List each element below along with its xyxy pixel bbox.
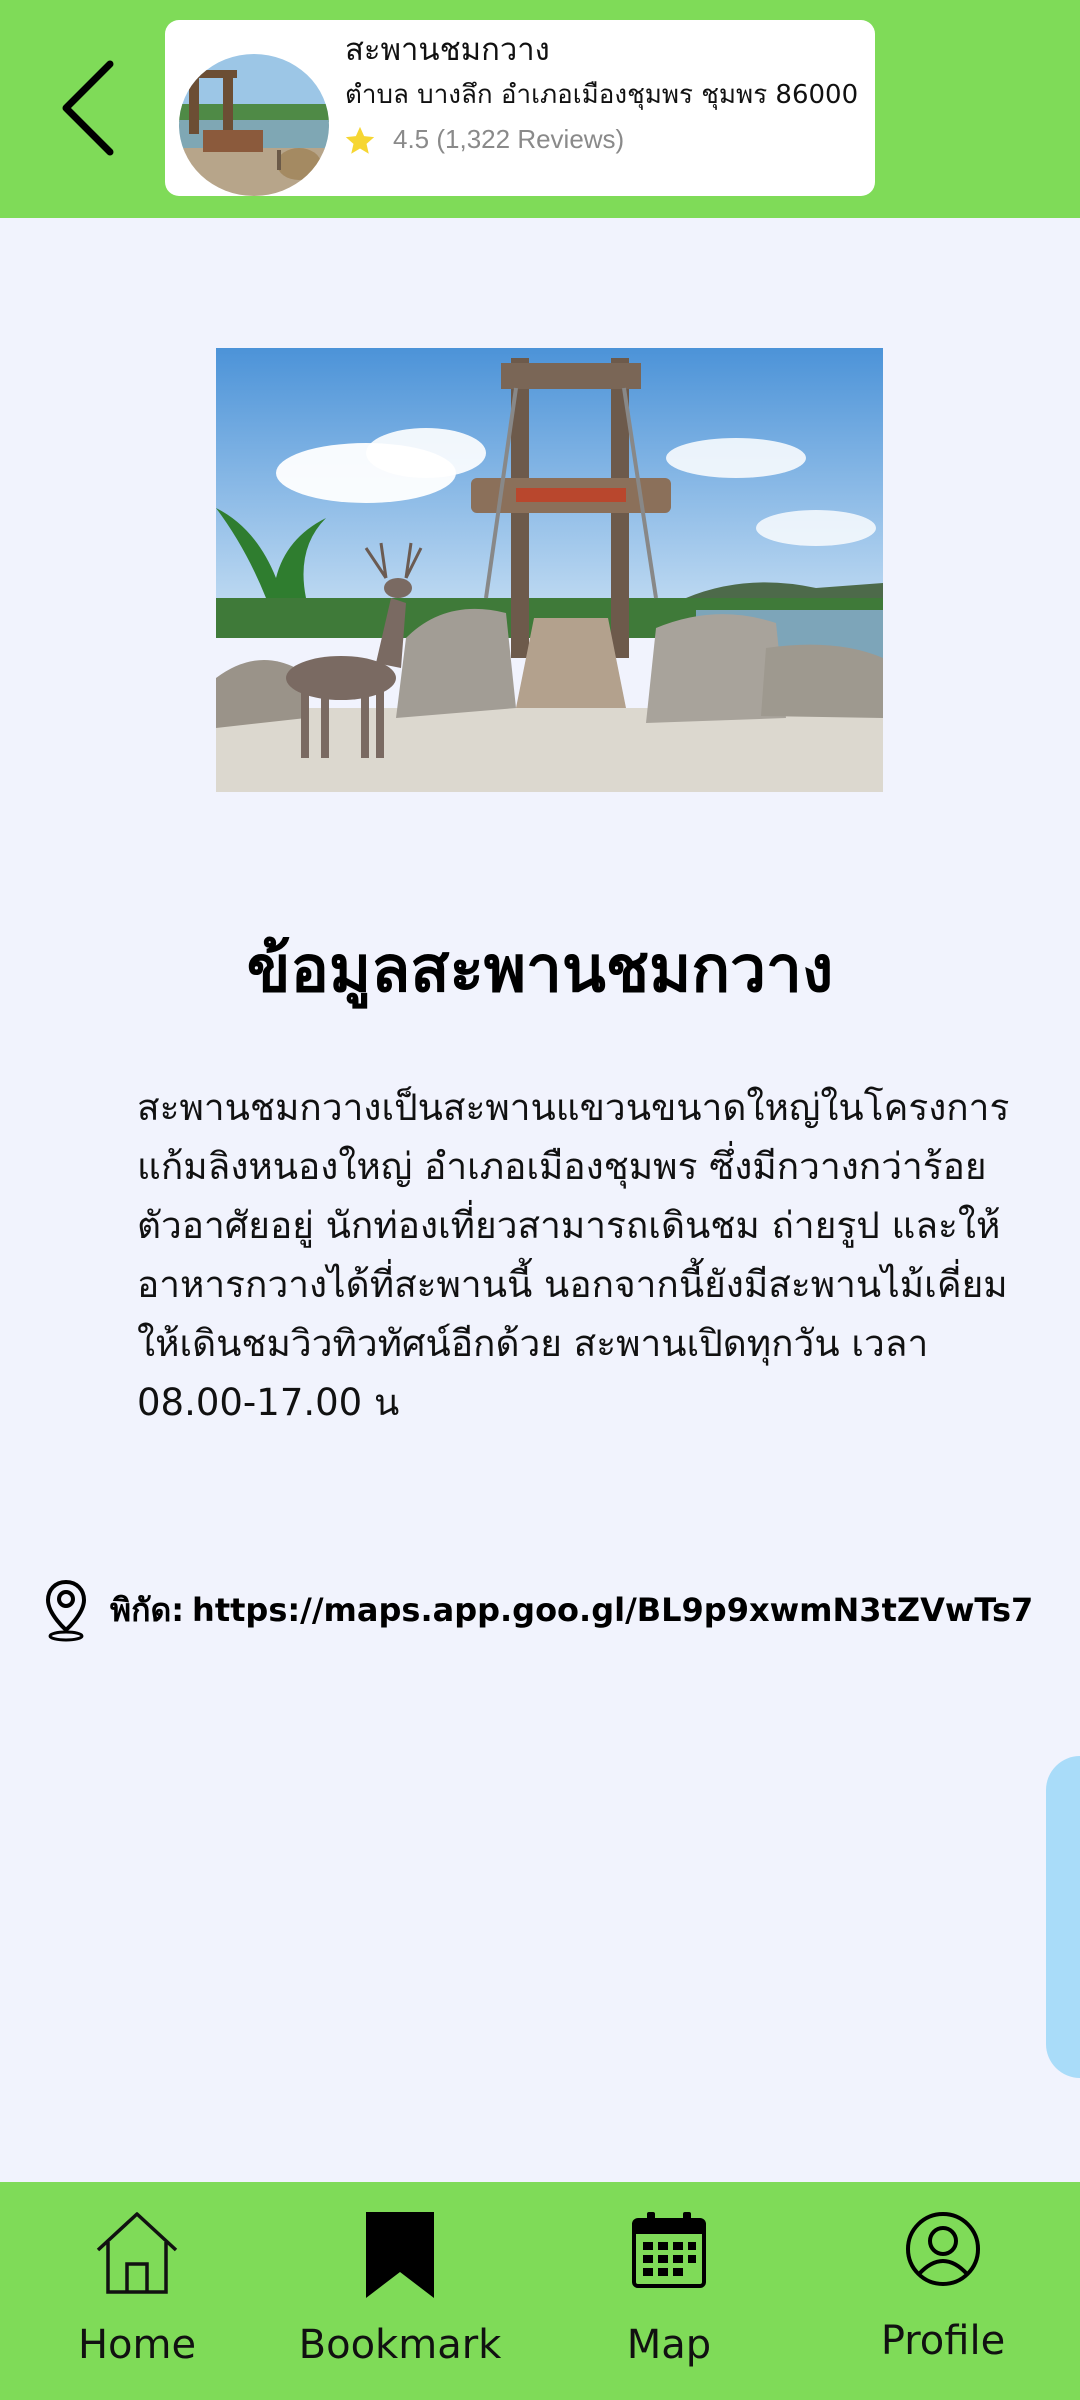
top-app-bar: สะพานชมกวาง ตำบล บางลึก อำเภอเมืองชุมพร … [0, 0, 1080, 218]
place-name: สะพานชมกวาง [345, 32, 550, 68]
coordinates-row: พิกัด: https://maps.app.goo.gl/BL9p9xwmN3… [44, 1574, 1074, 1646]
nav-profile[interactable]: Profile [828, 2210, 1058, 2380]
bookmark-icon [366, 2212, 434, 2298]
nav-map-label: Map [626, 2322, 712, 2368]
nav-profile-label: Profile [880, 2318, 1006, 2364]
place-summary-card[interactable]: สะพานชมกวาง ตำบล บางลึก อำเภอเมืองชุมพร … [165, 20, 875, 196]
home-icon [96, 2212, 178, 2294]
back-button[interactable] [52, 56, 124, 160]
nav-bookmark[interactable]: Bookmark [285, 2210, 515, 2380]
nav-home[interactable]: Home [22, 2210, 252, 2380]
chevron-left-icon[interactable] [60, 60, 116, 156]
rating-text: 4.5 (1,322 Reviews) [393, 124, 625, 154]
place-address: ตำบล บางลึก อำเภอเมืองชุมพร ชุมพร 86000 [345, 80, 859, 110]
place-description: สะพานชมกวางเป็นสะพานแขวนขนาดใหญ่ในโครงกา… [137, 1086, 1010, 1424]
nav-bookmark-label: Bookmark [298, 2322, 502, 2368]
page-title: ข้อมูลสะพานชมกวาง [246, 933, 834, 1007]
map-link[interactable]: https://maps.app.goo.gl/BL9p9xwmN3tZVwTs… [192, 1591, 1033, 1629]
hero-image [216, 348, 883, 792]
star-icon [345, 126, 375, 154]
calendar-icon [632, 2212, 706, 2288]
place-thumbnail [179, 54, 329, 196]
nav-map[interactable]: Map [554, 2210, 784, 2380]
map-pin-icon [45, 1579, 87, 1642]
coordinates-label: พิกัด: [110, 1590, 185, 1629]
nav-home-label: Home [77, 2322, 197, 2368]
side-drawer-handle[interactable] [1046, 1756, 1080, 2078]
user-icon [906, 2212, 980, 2286]
bottom-navigation: Home Bookmark Map Profile [0, 2182, 1080, 2400]
